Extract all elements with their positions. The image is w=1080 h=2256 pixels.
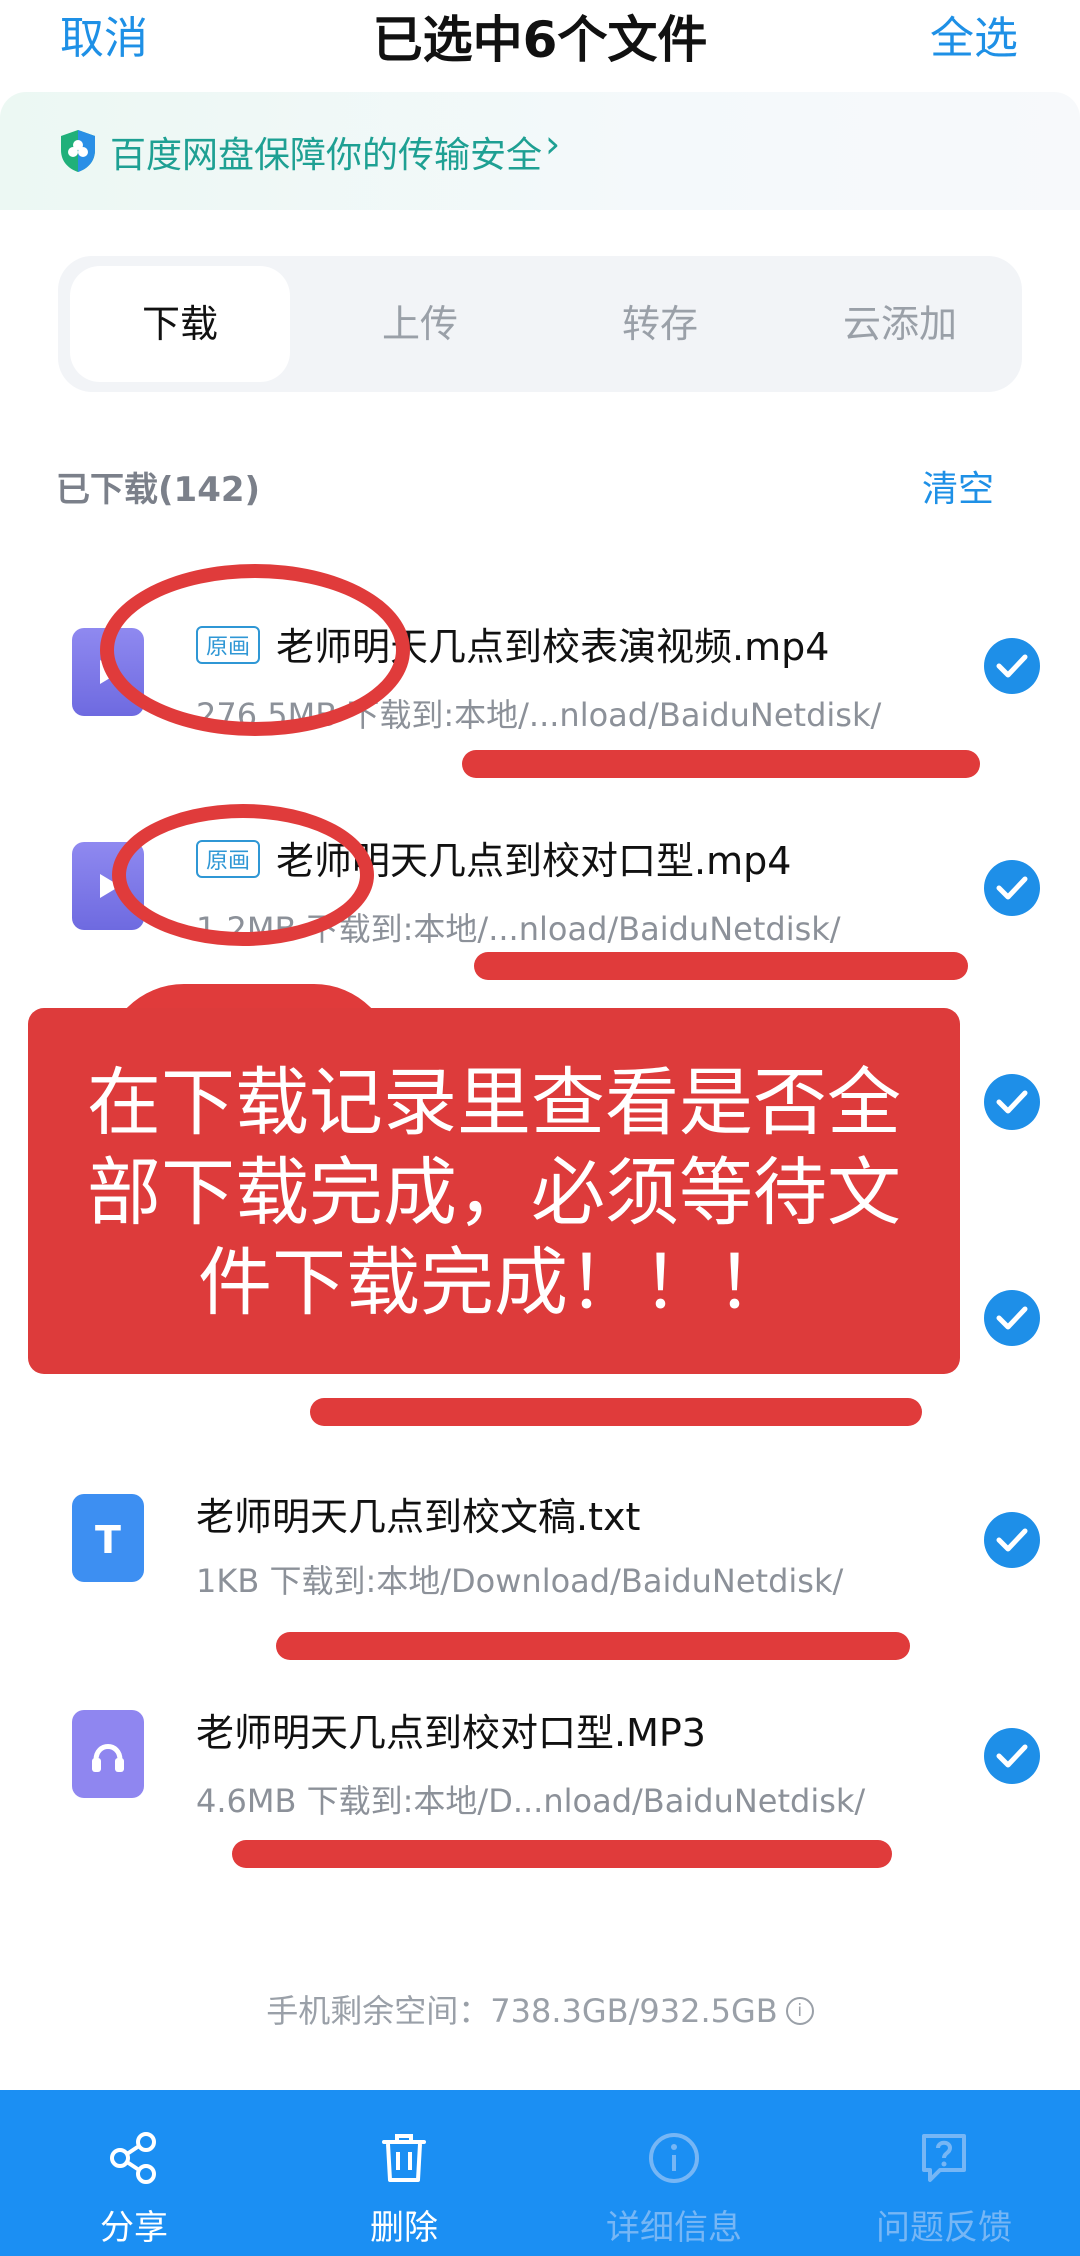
annotation-underline [474, 952, 968, 980]
audio-file-icon [72, 1710, 144, 1798]
storage-info: 手机剩余空间：738.3GB/932.5GB i [0, 1986, 1080, 2032]
annotation-underline [276, 1632, 910, 1660]
checkbox-checked-icon[interactable] [984, 638, 1040, 694]
feedback-label: 问题反馈 [876, 2208, 1012, 2248]
checkbox-checked-icon[interactable] [984, 1290, 1040, 1346]
feedback-button[interactable]: 问题反馈 [854, 2090, 1034, 2256]
details-button[interactable]: 详细信息 [584, 2090, 764, 2256]
info-icon [649, 2133, 699, 2183]
trash-icon [382, 2134, 426, 2182]
tab-download[interactable]: 下载 [70, 266, 290, 382]
file-name: 老师明天几点到校对口型.MP3 [196, 1711, 706, 1755]
page-title: 已选中6个文件 [372, 11, 708, 69]
share-icon [110, 2132, 156, 2184]
annotation-overlay: 在下载记录里查看是否全 部下载完成，必须等待文 件下载完成！！！ [28, 1008, 960, 1374]
checkbox-checked-icon[interactable] [984, 1074, 1040, 1130]
annotation-underline [232, 1840, 892, 1868]
cancel-button[interactable]: 取消 [60, 2, 148, 66]
checkbox-checked-icon[interactable] [984, 1512, 1040, 1568]
info-icon[interactable]: i [785, 1997, 814, 2025]
delete-button[interactable]: 删除 [314, 2090, 494, 2256]
banner-text: 百度网盘保障你的传输安全 [110, 135, 543, 176]
clear-button[interactable]: 清空 [922, 460, 994, 512]
chevron-right-icon: › [545, 122, 561, 166]
text-file-icon: T [72, 1494, 144, 1582]
details-label: 详细信息 [606, 2208, 742, 2248]
overlay-line: 在下载记录里查看是否全 [87, 1060, 901, 1146]
checkbox-checked-icon[interactable] [984, 860, 1040, 916]
file-meta: 4.6MB 下载到:本地/D...nload/BaiduNetdisk/ [196, 1782, 866, 1820]
annotation-circle [112, 804, 374, 946]
annotation-underline [310, 1398, 922, 1426]
annotation-underline [462, 750, 980, 778]
share-label: 分享 [100, 2208, 168, 2248]
file-meta: 1KB 下载到:本地/Download/BaiduNetdisk/ [196, 1562, 844, 1600]
tab-cloud-add[interactable]: 云添加 [790, 266, 1010, 382]
checkbox-checked-icon[interactable] [984, 1728, 1040, 1784]
tab-save[interactable]: 转存 [550, 266, 770, 382]
feedback-icon [922, 2134, 966, 2182]
downloaded-count: 已下载(142) [56, 470, 261, 510]
security-banner[interactable]: 百度网盘保障你的传输安全 › [0, 92, 1080, 210]
annotation-circle [100, 564, 410, 736]
file-name: 老师明天几点到校文稿.txt [196, 1495, 641, 1539]
select-all-button[interactable]: 全选 [930, 2, 1018, 66]
transfer-tabs: 下载 上传 转存 云添加 [58, 256, 1022, 392]
tab-upload[interactable]: 上传 [310, 266, 530, 382]
shield-icon [61, 130, 95, 172]
delete-label: 删除 [370, 2208, 438, 2248]
header: 已选中6个文件 取消 全选 [0, 0, 1080, 80]
bottom-action-bar: 分享 删除 详细信息 问题反馈 [0, 2090, 1080, 2256]
overlay-line: 部下载完成，必须等待文 [87, 1150, 901, 1236]
overlay-line: 件下载完成！！！ [198, 1240, 790, 1326]
share-button[interactable]: 分享 [44, 2090, 224, 2256]
storage-text: 手机剩余空间：738.3GB/932.5GB [266, 1992, 778, 2030]
